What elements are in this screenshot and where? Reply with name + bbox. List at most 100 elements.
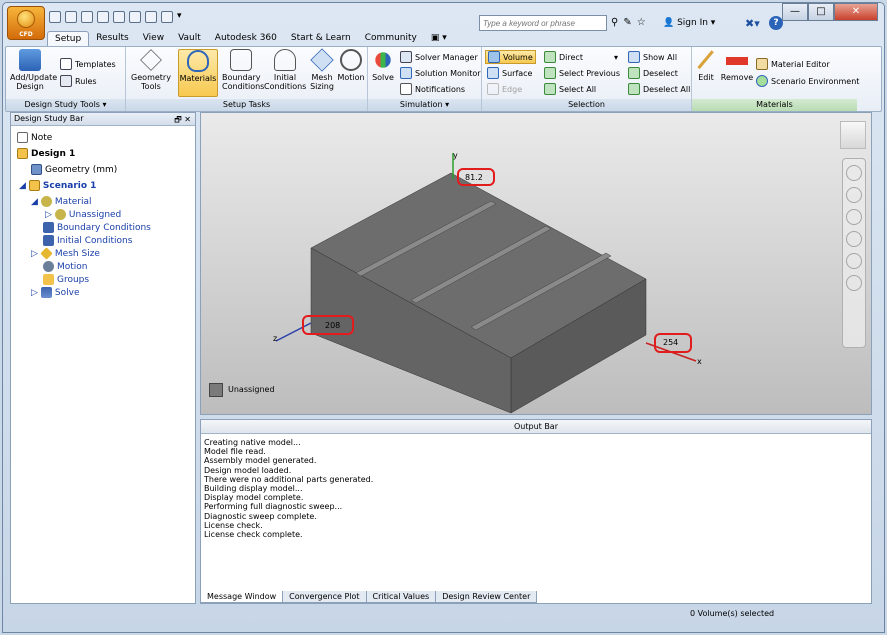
search-input[interactable] [479,15,607,31]
direct-dropdown[interactable]: Direct ▾ [544,50,618,64]
orbit-icon[interactable] [846,231,862,247]
scenario-environment-button[interactable]: Scenario Environment [756,74,859,88]
geometry-tools-button[interactable]: Geometry Tools [130,49,172,91]
mesh-sizing-button[interactable]: Mesh Sizing [310,48,334,91]
tree-scenario[interactable]: ◢ Scenario 1 [19,180,96,191]
initial-conditions-label: Initial Conditions [264,73,307,91]
design-study-bar-controls[interactable]: 🗗 ✕ [174,114,191,128]
deselect-all-button[interactable]: Deselect All [628,82,690,96]
tab-convergence-plot[interactable]: Convergence Plot [282,591,367,603]
redo-icon[interactable] [129,11,141,23]
maximize-button[interactable]: □ [808,3,834,21]
surface-button[interactable]: Surface [487,66,532,80]
model-canvas[interactable] [201,113,872,415]
edge-button[interactable]: Edge [487,82,522,96]
tree-motion-label: Motion [57,261,88,272]
viewcube-icon[interactable] [840,121,866,149]
save-icon[interactable] [81,11,93,23]
panel-title-design-study-tools[interactable]: Design Study Tools ▾ [6,99,125,111]
material-editor-icon [756,58,768,70]
tab-start-learn[interactable]: Start & Learn [284,31,358,46]
save-as-icon[interactable] [97,11,109,23]
expanded-triangle-icon: ◢ [19,180,26,191]
remove-material-button[interactable]: Remove [720,49,754,82]
steering-wheel-icon[interactable] [846,165,862,181]
message-line: Diagnostic sweep complete. [204,511,317,521]
add-update-design-button[interactable]: Add/Update Design [10,49,57,91]
notifications-button[interactable]: Notifications [400,82,465,96]
tab-critical-values[interactable]: Critical Values [365,591,437,603]
select-previous-button[interactable]: Select Previous [544,66,620,80]
help-icon[interactable]: ? [769,16,783,30]
tab-results[interactable]: Results [89,31,136,46]
look-at-icon[interactable] [846,253,862,269]
material-icon [40,196,52,207]
tree-design-label: Design 1 [31,148,76,159]
undo-icon[interactable] [113,11,125,23]
layout-icon[interactable] [145,11,157,23]
zoom-icon[interactable] [846,209,862,225]
edit-material-button[interactable]: Edit [696,49,716,82]
close-button[interactable]: ✕ [834,3,878,21]
volume-button[interactable]: Volume [485,50,536,64]
solution-monitor-button[interactable]: Solution Monitor [400,66,481,80]
graphics-viewport[interactable]: y z x 81.2 208 254 Unassigned [200,112,872,415]
solver-manager-button[interactable]: Solver Manager [400,50,478,64]
tree-initial-conditions[interactable]: Initial Conditions [43,235,132,246]
tree-solve[interactable]: ▷ Solve [31,287,80,298]
x-axis-label: x [697,357,702,366]
panel-title-simulation[interactable]: Simulation ▾ [368,99,481,111]
mesh-size-icon [40,247,53,260]
edit-label: Edit [698,73,714,82]
tab-message-window[interactable]: Message Window [200,591,284,603]
boundary-conditions-button[interactable]: Boundary Conditions [222,49,264,91]
sign-in-link[interactable]: 👤 Sign In ▾ [663,18,715,28]
exchange-apps-icon[interactable]: ✖▾ [745,17,760,30]
star-icon[interactable]: ☆ [637,17,646,28]
qat-overflow-button[interactable]: ▾ [177,11,182,25]
rules-button[interactable]: Rules [60,74,97,88]
deselect-all-icon [628,83,640,95]
tab-design-review-center[interactable]: Design Review Center [435,591,538,603]
collapsed-triangle-icon: ▷ [45,209,52,220]
message-line: Display model complete. [204,493,304,503]
open-file-icon[interactable] [65,11,77,23]
solve-icon [40,287,52,298]
panel-selection: Volume Surface Edge Direct ▾ Select Prev… [482,47,692,111]
tree-motion[interactable]: Motion [43,261,88,272]
tree-unassigned[interactable]: ▷ Unassigned [45,209,121,220]
tree-material[interactable]: ◢ Material [31,196,91,207]
window-icon[interactable] [161,11,173,23]
solve-button[interactable]: Solve [371,49,395,82]
tab-setup[interactable]: Setup [47,31,90,46]
key-icon[interactable]: ✎ [623,17,631,28]
minimize-button[interactable]: — [782,3,808,21]
application-menu-button[interactable]: CFD [7,6,45,40]
tree-mesh-size[interactable]: ▷ Mesh Size [31,247,100,260]
tree-note[interactable]: Note [17,132,52,143]
pan-icon[interactable] [846,187,862,203]
message-window[interactable]: Creating native model... Model file read… [201,434,871,543]
deselect-button[interactable]: Deselect [628,66,678,80]
binoculars-icon[interactable]: ⚲ [611,17,618,28]
new-file-icon[interactable] [49,11,61,23]
tree-boundary-conditions[interactable]: Boundary Conditions [43,222,151,233]
tree-note-label: Note [31,132,53,143]
tab-view[interactable]: View [136,31,171,46]
panel-title-selection: Selection [482,99,691,111]
tree-geometry[interactable]: Geometry (mm) [31,164,117,175]
materials-button[interactable]: Materials [178,49,218,97]
show-all-button[interactable]: Show All [628,50,677,64]
tree-design[interactable]: Design 1 [17,148,75,159]
tab-extra[interactable]: ▣ ▾ [424,31,454,46]
tree-groups[interactable]: Groups [43,274,89,285]
tab-autodesk-360[interactable]: Autodesk 360 [208,31,284,46]
motion-button[interactable]: Motion [336,49,366,82]
select-all-button[interactable]: Select All [544,82,596,96]
templates-button[interactable]: Templates [60,57,116,71]
initial-conditions-button[interactable]: Initial Conditions [264,49,306,91]
tab-community[interactable]: Community [358,31,424,46]
tab-vault[interactable]: Vault [171,31,208,46]
nav-close-icon[interactable] [846,275,862,291]
material-editor-button[interactable]: Material Editor [756,57,830,71]
